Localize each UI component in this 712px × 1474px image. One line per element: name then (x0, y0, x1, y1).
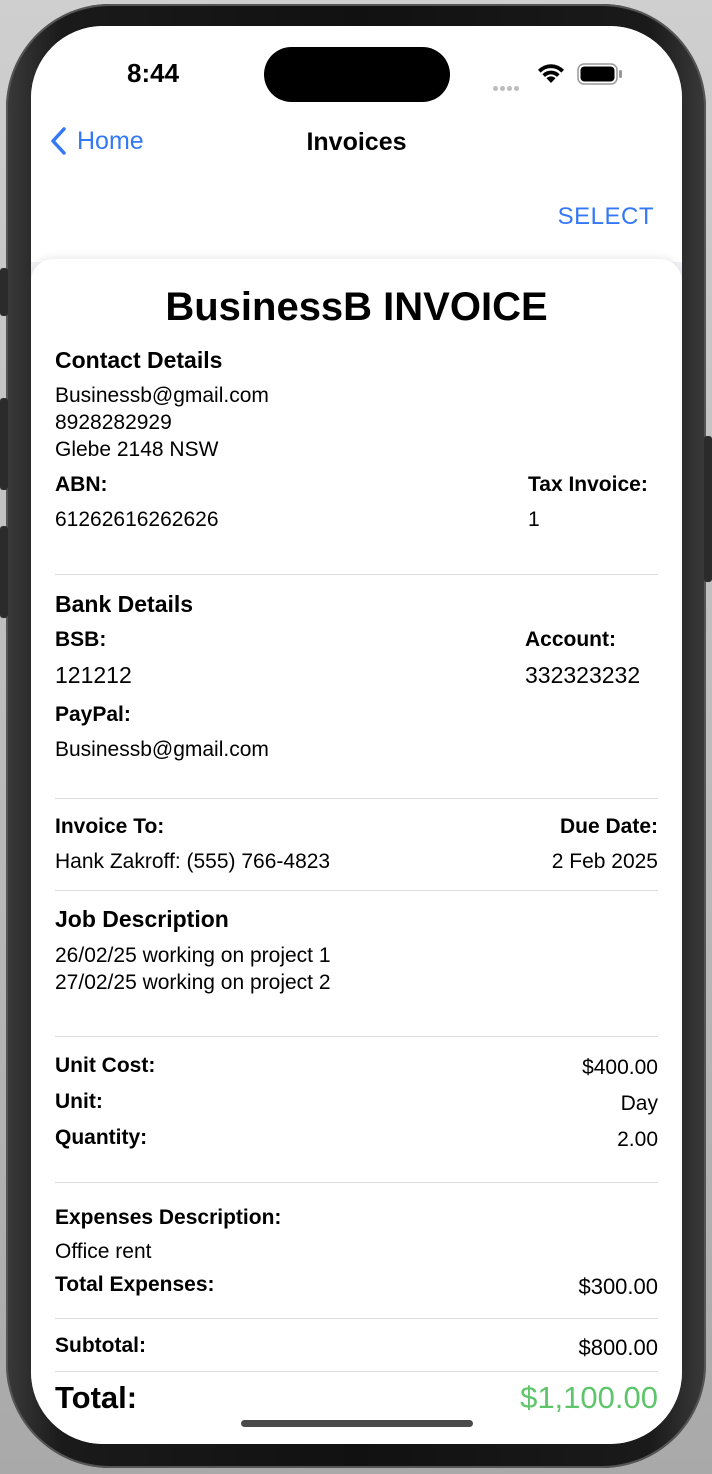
unit-cost-label: Unit Cost: (55, 1054, 156, 1077)
expenses-heading: Expenses Description: (55, 1206, 282, 1229)
invoice-to-label: Invoice To: (55, 815, 165, 838)
job-line: 26/02/25 working on project 1 (55, 944, 331, 967)
total-expenses-label: Total Expenses: (55, 1273, 215, 1296)
job-heading: Job Description (55, 906, 229, 932)
screen: 8:44 Home Invoices SELECT BusinessB INVO… (31, 26, 682, 1444)
power-button (704, 436, 712, 582)
total-label: Total: (55, 1380, 138, 1415)
job-line: 27/02/25 working on project 2 (55, 971, 331, 994)
abn-label: ABN: (55, 473, 108, 496)
account-label: Account: (525, 628, 616, 651)
job-description: Job Description 26/02/25 working on proj… (55, 906, 658, 996)
home-indicator[interactable] (241, 1420, 473, 1427)
contact-details: Contact Details Businessb@gmail.com 8928… (55, 347, 658, 463)
unit-cost-value: $400.00 (582, 1056, 658, 1079)
divider (55, 1036, 658, 1037)
tax-invoice-value: 1 (528, 508, 540, 531)
status-time: 8:44 (127, 58, 180, 88)
mute-switch (0, 268, 8, 316)
invoice-to-value: Hank Zakroff: (555) 766-4823 (55, 850, 331, 873)
contact-heading: Contact Details (55, 347, 223, 373)
contact-phone: 8928282929 (55, 411, 172, 434)
page-title: Invoices (306, 128, 407, 156)
subtotal-label: Subtotal: (55, 1334, 146, 1357)
bsb-label: BSB: (55, 628, 107, 651)
unit-value: Day (620, 1092, 658, 1115)
volume-up-button (0, 398, 8, 490)
unit-label: Unit: (55, 1090, 103, 1113)
divider (55, 574, 658, 575)
total-expenses-value: $300.00 (578, 1274, 658, 1299)
account-value: 332323232 (525, 662, 641, 688)
tax-invoice-label: Tax Invoice: (528, 473, 648, 496)
contact-address: Glebe 2148 NSW (55, 438, 219, 461)
divider (55, 890, 658, 891)
bank-heading: Bank Details (55, 591, 194, 617)
divider (55, 798, 658, 799)
subtotal-row: Subtotal: $800.00 (55, 1334, 658, 1361)
dynamic-island (264, 47, 450, 102)
battery-icon (577, 63, 622, 85)
due-date-value: 2 Feb 2025 (551, 850, 658, 873)
invoice-card: BusinessB INVOICE Contact Details Busine… (31, 259, 682, 1444)
total-row: Total: $1,100.00 (55, 1380, 658, 1416)
invoice-to-row: Invoice To: Hank Zakroff: (555) 766-4823… (55, 815, 658, 875)
quantity-label: Quantity: (55, 1126, 148, 1149)
contact-email: Businessb@gmail.com (55, 384, 269, 407)
subtotal-value: $800.00 (578, 1335, 658, 1360)
bank-details: Bank Details BSB: 121212 Account: 332323… (55, 591, 658, 763)
invoice-title: BusinessB INVOICE (165, 285, 548, 329)
divider (55, 1182, 658, 1183)
due-date-label: Due Date: (559, 815, 658, 838)
total-value: $1,100.00 (520, 1380, 658, 1415)
volume-down-button (0, 526, 8, 618)
expenses: Expenses Description: Office rent Total … (55, 1206, 658, 1300)
status-bar: 8:44 (31, 26, 682, 122)
divider (55, 1371, 658, 1372)
divider (55, 1318, 658, 1319)
paypal-label: PayPal: (55, 703, 131, 726)
select-button[interactable]: SELECT (558, 203, 654, 231)
abn-value: 61262616262626 (55, 508, 219, 531)
cost-details: Unit Cost: $400.00 Unit: Day Quantity: 2… (55, 1054, 658, 1162)
paypal-value: Businessb@gmail.com (55, 738, 269, 761)
bsb-value: 121212 (55, 662, 132, 688)
expenses-description: Office rent (55, 1240, 152, 1263)
abn-tax-row: ABN: 61262616262626 Tax Invoice: 1 (55, 473, 658, 533)
wifi-icon (538, 64, 564, 83)
quantity-value: 2.00 (617, 1128, 658, 1151)
cellular-signal-icon (493, 78, 521, 96)
